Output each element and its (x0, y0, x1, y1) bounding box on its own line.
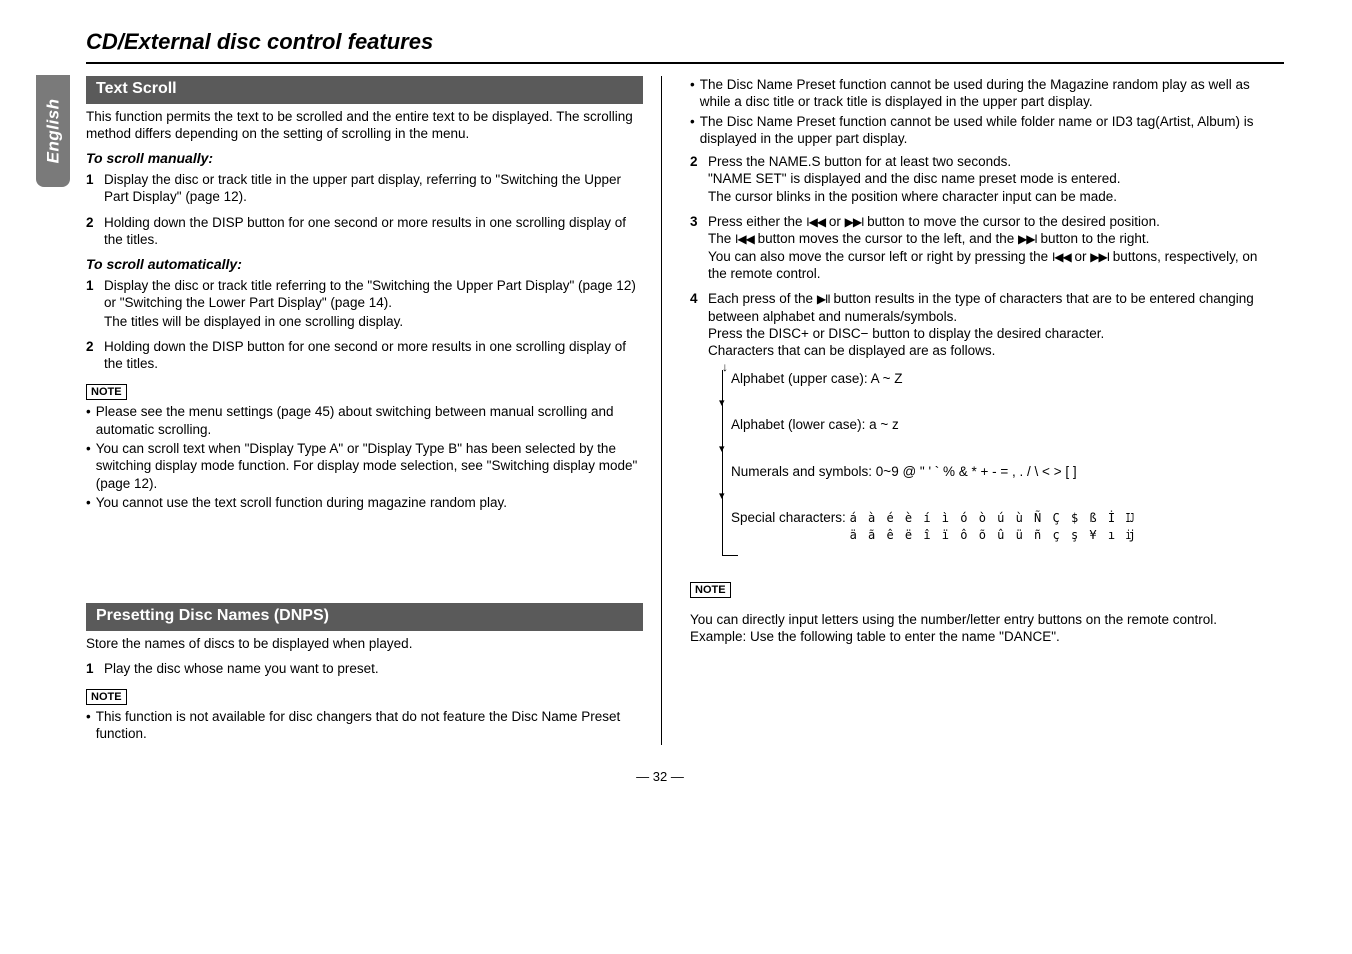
language-tab: English (36, 75, 70, 187)
step-text: Play the disc whose name you want to pre… (104, 660, 643, 677)
manual-step-2: 2 Holding down the DISP button for one s… (86, 214, 643, 249)
manual-step-1: 1 Display the disc or track title in the… (86, 171, 643, 206)
s3b-pre: The (708, 231, 735, 246)
auto-step-1: 1 Display the disc or track title referr… (86, 277, 643, 330)
dnps-step-1: 1 Play the disc whose name you want to p… (86, 660, 643, 677)
step-text: Holding down the DISP button for one sec… (104, 338, 643, 373)
right-note-p1: You can directly input letters using the… (690, 611, 1262, 628)
language-tab-label: English (42, 99, 64, 164)
dnps-top-notes: The Disc Name Preset function cannot be … (690, 76, 1262, 147)
step-4b: Press the DISC+ or DISC− button to displ… (708, 325, 1262, 342)
right-note-p2: Example: Use the following table to ente… (690, 628, 1262, 645)
text-scroll-notes: Please see the menu settings (page 45) a… (86, 403, 643, 511)
section-head-text-scroll: Text Scroll (86, 76, 643, 103)
step-number: 4 (690, 290, 708, 557)
s3b-post: button to the right. (1037, 231, 1150, 246)
s3b-mid: button moves the cursor to the left, and… (754, 231, 1018, 246)
dnps-step-2: 2 Press the NAME.S button for at least t… (690, 153, 1262, 205)
step-number: 1 (86, 660, 104, 677)
auto-step-2: 2 Holding down the DISP button for one s… (86, 338, 643, 373)
down-arrow-icon: ↓ (722, 360, 728, 375)
dnps-step-3: 3 Press either the I◀◀ or ▶▶I button to … (690, 213, 1262, 282)
right-column: The Disc Name Preset function cannot be … (686, 76, 1262, 744)
next-track-icon: ▶▶I (1018, 232, 1037, 246)
note-label: NOTE (86, 384, 127, 400)
s3a-mid: or (825, 214, 845, 229)
note-item: The Disc Name Preset function cannot be … (700, 76, 1262, 111)
play-pause-icon: ▶II (817, 292, 830, 306)
manual-sub-head: To scroll manually: (86, 150, 643, 168)
step-4c: Characters that can be displayed are as … (708, 342, 1262, 359)
s3c-mid: or (1071, 249, 1091, 264)
s3a-pre: Press either the (708, 214, 806, 229)
step-number: 1 (86, 171, 104, 206)
left-column: Text Scroll This function permits the te… (86, 76, 662, 744)
page-title: CD/External disc control features (36, 28, 1284, 62)
auto-step-1a: Display the disc or track title referrin… (104, 277, 643, 312)
down-arrow-icon: ▾ (719, 396, 725, 410)
step-2b: "NAME SET" is displayed and the disc nam… (708, 170, 1262, 187)
next-track-icon: ▶▶I (845, 215, 864, 229)
flow-spec-label: Special characters: (731, 510, 850, 525)
prev-track-icon: I◀◀ (806, 215, 825, 229)
step-2c: The cursor blinks in the position where … (708, 188, 1262, 205)
note-item: This function is not available for disc … (96, 708, 643, 743)
section-head-dnps: Presetting Disc Names (DNPS) (86, 603, 643, 630)
note-item: Please see the menu settings (page 45) a… (96, 403, 643, 438)
flow-spec-line2: ä ã ê ë î ï ô õ û ü ñ ç ş ¥ ı ĳ (850, 528, 1136, 542)
character-flow-diagram: ↓ Alphabet (upper case): A ~ Z ▾ Alphabe… (722, 370, 1262, 556)
auto-step-1b: The titles will be displayed in one scro… (104, 313, 643, 330)
note-label: NOTE (690, 582, 731, 598)
s4a-pre: Each press of the (708, 291, 817, 306)
title-rule (86, 62, 1284, 64)
note-label: NOTE (86, 689, 127, 705)
note-item: The Disc Name Preset function cannot be … (700, 113, 1262, 148)
flow-special: Special characters: á à é è í ì ó ò ú ù … (731, 509, 1262, 544)
s3a-post: button to move the cursor to the desired… (863, 214, 1159, 229)
flow-spec-line1: á à é è í ì ó ò ú ù Ñ Ç $ ß İ Ĳ (850, 511, 1136, 525)
flow-lower: Alphabet (lower case): a ~ z (731, 416, 1262, 433)
down-arrow-icon: ▾ (719, 442, 725, 456)
dnps-notes: This function is not available for disc … (86, 708, 643, 743)
step-2a: Press the NAME.S button for at least two… (708, 153, 1262, 170)
prev-track-icon: I◀◀ (1052, 250, 1071, 264)
step-number: 2 (86, 214, 104, 249)
step-text: Press the NAME.S button for at least two… (708, 153, 1262, 205)
note-item: You can scroll text when "Display Type A… (96, 440, 643, 492)
dnps-step-4: 4 Each press of the ▶II button results i… (690, 290, 1262, 557)
dnps-intro: Store the names of discs to be displayed… (86, 635, 643, 652)
step-number: 3 (690, 213, 708, 282)
step-number: 2 (690, 153, 708, 205)
flow-upper: Alphabet (upper case): A ~ Z (731, 370, 1262, 387)
step-text: Display the disc or track title in the u… (104, 171, 643, 206)
prev-track-icon: I◀◀ (735, 232, 754, 246)
step-text: Display the disc or track title referrin… (104, 277, 643, 330)
step-text: Each press of the ▶II button results in … (708, 290, 1262, 557)
step-number: 1 (86, 277, 104, 330)
s3c-pre: You can also move the cursor left or rig… (708, 249, 1052, 264)
note-item: You cannot use the text scroll function … (96, 494, 507, 511)
text-scroll-intro: This function permits the text to be scr… (86, 108, 643, 143)
step-text: Press either the I◀◀ or ▶▶I button to mo… (708, 213, 1262, 282)
step-number: 2 (86, 338, 104, 373)
page-number: — 32 — (36, 769, 1284, 786)
step-text: Holding down the DISP button for one sec… (104, 214, 643, 249)
next-track-icon: ▶▶I (1090, 250, 1109, 264)
auto-sub-head: To scroll automatically: (86, 256, 643, 274)
flow-nums: Numerals and symbols: 0~9 @ " ' ` % & * … (731, 463, 1262, 480)
down-arrow-icon: ▾ (719, 489, 725, 503)
